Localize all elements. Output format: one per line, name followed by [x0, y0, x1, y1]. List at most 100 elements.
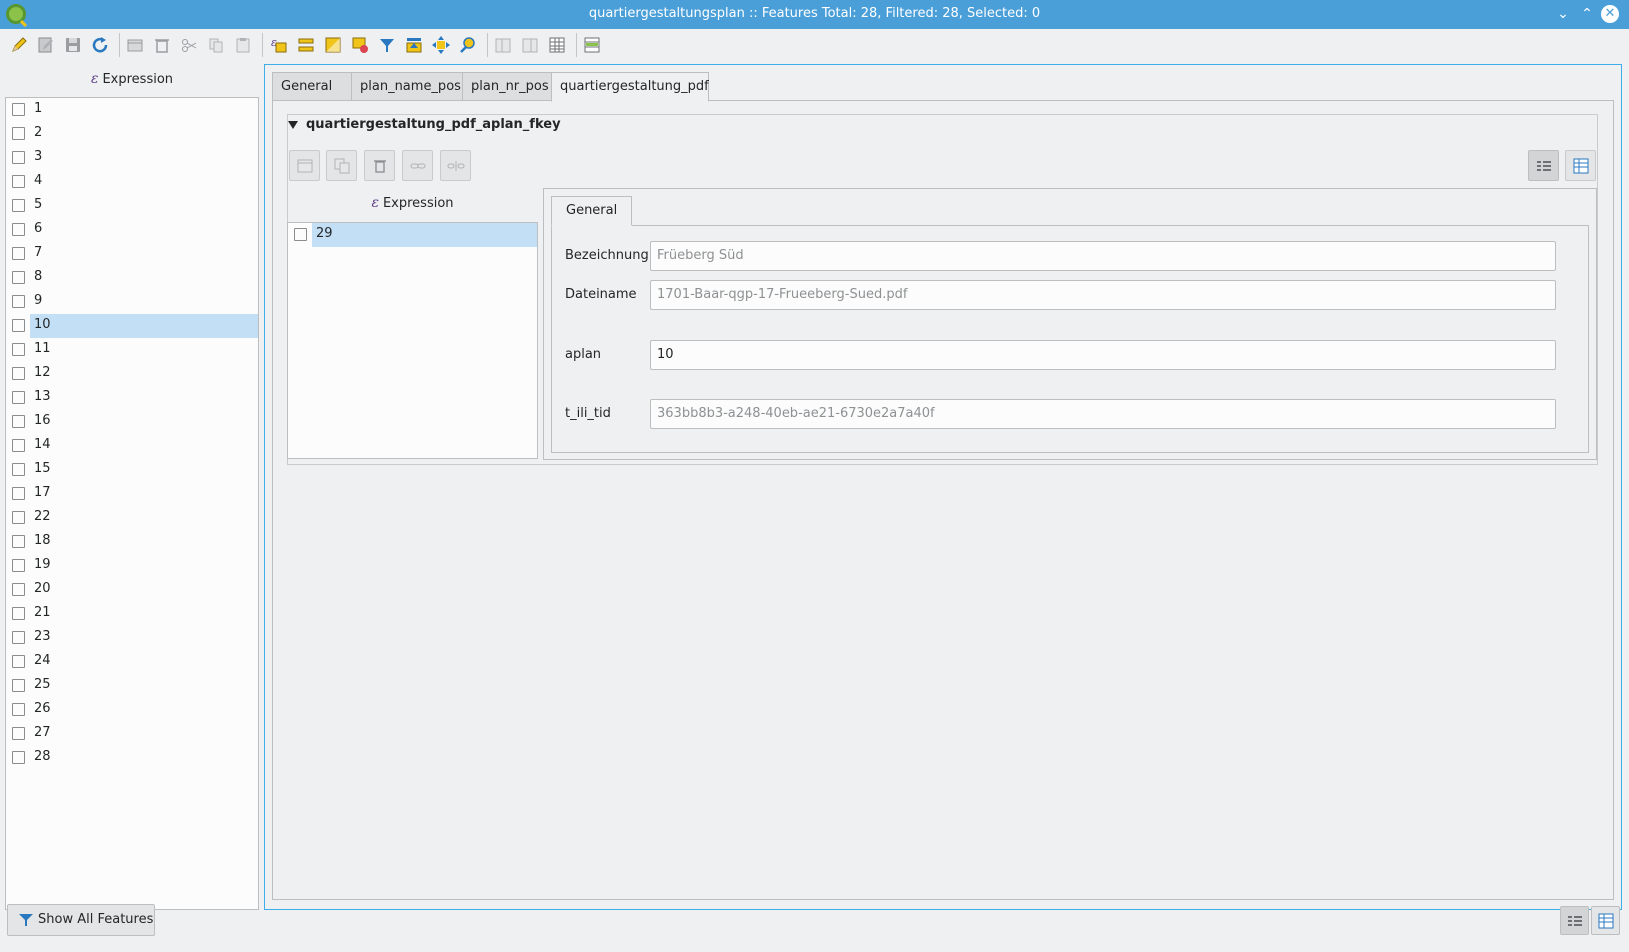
maximize-button[interactable]: ⌃: [1578, 5, 1596, 23]
feature-checkbox[interactable]: [12, 439, 25, 452]
zoom-icon[interactable]: [457, 34, 479, 56]
paste-icon[interactable]: [232, 34, 254, 56]
feature-checkbox[interactable]: [12, 631, 25, 644]
feature-checkbox[interactable]: [12, 415, 25, 428]
show-all-features-button[interactable]: Show All Features: [7, 904, 155, 936]
feature-checkbox[interactable]: [12, 655, 25, 668]
feature-checkbox[interactable]: [12, 463, 25, 476]
save-icon[interactable]: [62, 34, 84, 56]
list-item[interactable]: 3: [6, 146, 258, 170]
tab-general[interactable]: General: [272, 72, 352, 101]
form-view-button[interactable]: [1528, 150, 1559, 181]
delete-field-icon[interactable]: [519, 34, 541, 56]
field-input-bezeichnung[interactable]: Früeberg Süd: [650, 241, 1556, 271]
list-item[interactable]: 12: [6, 362, 258, 386]
list-item[interactable]: 9: [6, 290, 258, 314]
table-view-button[interactable]: [1565, 150, 1596, 181]
list-item[interactable]: 26: [6, 698, 258, 722]
list-item[interactable]: 23: [6, 626, 258, 650]
conditional-format-icon[interactable]: [581, 34, 603, 56]
duplicate-feature-button[interactable]: [326, 150, 357, 181]
feature-checkbox[interactable]: [12, 247, 25, 260]
minimize-button[interactable]: ⌄: [1554, 5, 1572, 23]
list-item[interactable]: 28: [6, 746, 258, 770]
feature-list[interactable]: 1 2 3 4 5 6 7 8 9 10 11 12 13 16 14 15 17 22 18 19 20 21 23 24 2…: [5, 97, 259, 910]
list-item[interactable]: 18: [6, 530, 258, 554]
deselect-icon[interactable]: [349, 34, 371, 56]
list-item[interactable]: 2: [6, 122, 258, 146]
feature-checkbox[interactable]: [12, 703, 25, 716]
feature-checkbox[interactable]: [12, 679, 25, 692]
feature-checkbox[interactable]: [12, 103, 25, 116]
tab-plan-name-pos[interactable]: plan_name_pos: [351, 72, 463, 101]
cut-icon[interactable]: [178, 34, 200, 56]
list-item[interactable]: 1: [6, 98, 258, 122]
delete-icon[interactable]: [151, 34, 173, 56]
list-item[interactable]: 8: [6, 266, 258, 290]
list-item[interactable]: 5: [6, 194, 258, 218]
pan-icon[interactable]: [430, 34, 452, 56]
feature-checkbox[interactable]: [12, 223, 25, 236]
list-item[interactable]: 21: [6, 602, 258, 626]
field-input-aplan[interactable]: 10: [650, 340, 1556, 370]
list-item[interactable]: 25: [6, 674, 258, 698]
tab-quartiergestaltung-pdf[interactable]: quartiergestaltung_pdf: [551, 72, 709, 102]
reload-icon[interactable]: [89, 34, 111, 56]
feature-checkbox[interactable]: [12, 343, 25, 356]
field-calculator-icon[interactable]: [546, 34, 568, 56]
feature-checkbox[interactable]: [12, 367, 25, 380]
feature-checkbox[interactable]: [12, 127, 25, 140]
feature-checkbox[interactable]: [12, 559, 25, 572]
list-item[interactable]: 6: [6, 218, 258, 242]
invert-selection-icon[interactable]: [322, 34, 344, 56]
list-item[interactable]: 19: [6, 554, 258, 578]
bottom-form-view-button[interactable]: [1560, 906, 1589, 935]
list-item[interactable]: 15: [6, 458, 258, 482]
select-all-icon[interactable]: [295, 34, 317, 56]
tab-plan-nr-pos[interactable]: plan_nr_pos: [462, 72, 552, 101]
feature-checkbox[interactable]: [12, 271, 25, 284]
feature-checkbox[interactable]: [12, 175, 25, 188]
list-item[interactable]: 14: [6, 434, 258, 458]
child-feature-list[interactable]: 29: [287, 222, 538, 459]
feature-checkbox[interactable]: [12, 319, 25, 332]
close-button[interactable]: ✕: [1601, 5, 1619, 23]
filter-icon[interactable]: [376, 34, 398, 56]
list-item[interactable]: 7: [6, 242, 258, 266]
list-item[interactable]: 16: [6, 410, 258, 434]
feature-checkbox[interactable]: [12, 487, 25, 500]
list-item[interactable]: 11: [6, 338, 258, 362]
list-item[interactable]: 13: [6, 386, 258, 410]
relation-group-title[interactable]: quartiergestaltung_pdf_aplan_fkey: [288, 114, 561, 136]
list-item[interactable]: 10: [6, 314, 258, 338]
child-expression-select-button[interactable]: ε Expression: [287, 190, 538, 216]
expression-select-button[interactable]: ε Expression: [5, 66, 259, 92]
field-input-t-ili-tid[interactable]: 363bb8b3-a248-40eb-ae21-6730e2a7a40f: [650, 399, 1556, 429]
list-item[interactable]: 29: [288, 223, 537, 247]
list-item[interactable]: 17: [6, 482, 258, 506]
feature-checkbox[interactable]: [12, 535, 25, 548]
delete-child-button[interactable]: [364, 150, 395, 181]
new-field-icon[interactable]: [492, 34, 514, 56]
unlink-feature-button[interactable]: [440, 150, 471, 181]
feature-checkbox[interactable]: [12, 751, 25, 764]
multi-edit-icon[interactable]: [35, 34, 57, 56]
feature-checkbox[interactable]: [12, 583, 25, 596]
bottom-table-view-button[interactable]: [1591, 906, 1620, 935]
field-input-dateiname[interactable]: 1701-Baar-qgp-17-Frueeberg-Sued.pdf: [650, 280, 1556, 310]
feature-checkbox[interactable]: [12, 151, 25, 164]
feature-checkbox[interactable]: [12, 199, 25, 212]
list-item[interactable]: 22: [6, 506, 258, 530]
link-feature-button[interactable]: [402, 150, 433, 181]
list-item[interactable]: 4: [6, 170, 258, 194]
move-top-icon[interactable]: [403, 34, 425, 56]
toggle-editing-button[interactable]: [289, 150, 320, 181]
list-item[interactable]: 24: [6, 650, 258, 674]
add-feature-icon[interactable]: [124, 34, 146, 56]
pencil-icon[interactable]: [8, 34, 30, 56]
list-item[interactable]: 20: [6, 578, 258, 602]
feature-checkbox[interactable]: [294, 228, 307, 241]
copy-icon[interactable]: [205, 34, 227, 56]
feature-checkbox[interactable]: [12, 607, 25, 620]
select-expression-icon[interactable]: ε: [268, 34, 290, 56]
